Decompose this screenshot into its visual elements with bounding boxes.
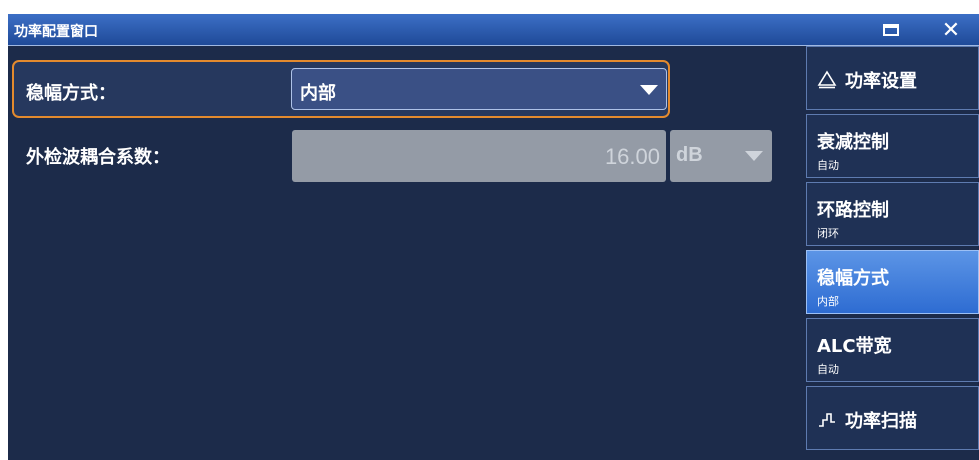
coupling-factor-row: 外检波耦合系数： 16.00 dB: [12, 126, 772, 184]
sidebar-item-label: 功率设置: [845, 71, 917, 92]
sidebar-item-sublabel: 内部: [817, 295, 839, 308]
softkey-sidebar: 功率设置 衰减控制 自动 环路控制 闭环 稳幅方式 内部 ALC带宽 自动 功率…: [806, 46, 979, 460]
title-bar: 功率配置窗口 ✕: [8, 14, 979, 46]
sidebar-item-label: ALC带宽: [817, 336, 892, 357]
coupling-unit-select: dB: [670, 130, 772, 182]
maximize-button[interactable]: [873, 18, 909, 42]
sidebar-item-sublabel: 自动: [817, 363, 839, 376]
sidebar-item-attenuation[interactable]: 衰减控制 自动: [806, 114, 979, 178]
sidebar-item-power-settings[interactable]: 功率设置: [806, 46, 979, 110]
step-icon: [819, 413, 835, 427]
sidebar-item-power-sweep[interactable]: 功率扫描: [806, 386, 979, 450]
power-config-window: 功率配置窗口 ✕ 稳幅方式： 内部 外检波耦合系数： 16.00 dB 功率设置…: [8, 14, 979, 460]
coupling-factor-label: 外检波耦合系数：: [26, 147, 170, 168]
sidebar-item-label: 衰减控制: [817, 132, 889, 153]
chevron-down-icon: [640, 85, 658, 95]
triangle-icon: [817, 70, 837, 89]
coupling-factor-input: 16.00: [292, 130, 666, 182]
sidebar-item-label: 环路控制: [817, 200, 889, 221]
leveling-mode-label: 稳幅方式：: [26, 83, 116, 104]
sidebar-item-leveling-mode[interactable]: 稳幅方式 内部: [806, 250, 979, 314]
close-button[interactable]: ✕: [933, 17, 969, 43]
sidebar-item-alc-bandwidth[interactable]: ALC带宽 自动: [806, 318, 979, 382]
leveling-mode-row: 稳幅方式： 内部: [12, 60, 670, 118]
config-panel: 稳幅方式： 内部 外检波耦合系数： 16.00 dB: [8, 46, 806, 460]
close-icon: ✕: [941, 17, 961, 43]
maximize-icon: [883, 24, 899, 36]
leveling-mode-value: 内部: [300, 83, 336, 104]
sidebar-item-loop-control[interactable]: 环路控制 闭环: [806, 182, 979, 246]
sidebar-item-sublabel: 闭环: [817, 227, 839, 240]
chevron-down-icon: [745, 151, 763, 161]
sidebar-item-label: 稳幅方式: [817, 268, 889, 289]
coupling-unit-value: dB: [676, 144, 703, 166]
coupling-factor-value: 16.00: [604, 144, 660, 169]
sidebar-item-label: 功率扫描: [845, 411, 917, 432]
sidebar-item-sublabel: 自动: [817, 159, 839, 172]
leveling-mode-select[interactable]: 内部: [291, 68, 667, 110]
window-title: 功率配置窗口: [14, 24, 98, 40]
